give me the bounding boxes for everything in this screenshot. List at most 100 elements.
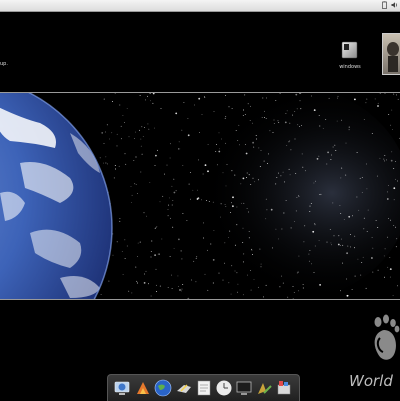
- monitor-icon[interactable]: [235, 379, 253, 397]
- star: [354, 247, 355, 249]
- star: [366, 188, 368, 190]
- star: [282, 171, 284, 173]
- star: [232, 196, 234, 199]
- star: [157, 253, 159, 255]
- star: [326, 241, 328, 243]
- star: [395, 246, 397, 248]
- star: [121, 250, 123, 252]
- star: [358, 209, 360, 211]
- star: [167, 209, 169, 210]
- star: [171, 287, 173, 289]
- star: [155, 284, 157, 286]
- volume-icon[interactable]: [391, 1, 398, 9]
- document-icon[interactable]: [195, 379, 213, 397]
- star: [204, 97, 206, 99]
- star: [124, 153, 126, 155]
- star: [181, 290, 183, 292]
- gift-icon[interactable]: [134, 379, 152, 397]
- star: [289, 174, 291, 176]
- star: [396, 238, 398, 240]
- star: [145, 270, 147, 272]
- star: [279, 286, 281, 288]
- photo-thumbnail-icon[interactable]: [382, 33, 400, 75]
- star: [245, 152, 248, 155]
- star: [220, 216, 221, 218]
- earth-icon[interactable]: [154, 379, 172, 397]
- star: [265, 198, 267, 200]
- star: [113, 177, 115, 179]
- star: [133, 160, 135, 162]
- star: [259, 166, 261, 167]
- star: [114, 165, 116, 166]
- star: [147, 123, 149, 125]
- star: [238, 124, 240, 126]
- star: [319, 284, 321, 286]
- star: [212, 282, 214, 284]
- star: [115, 168, 116, 170]
- star: [207, 144, 209, 146]
- star: [197, 189, 198, 191]
- windows-folder-icon[interactable]: windows: [339, 40, 361, 70]
- star: [196, 256, 198, 258]
- star: [265, 117, 267, 119]
- star: [247, 103, 249, 105]
- star: [131, 194, 133, 196]
- star: [144, 127, 145, 128]
- star: [154, 254, 157, 256]
- star: [263, 160, 265, 162]
- star: [330, 242, 332, 244]
- star: [388, 185, 389, 187]
- star: [371, 257, 373, 259]
- star: [236, 224, 238, 226]
- star: [278, 122, 280, 123]
- star: [146, 215, 148, 217]
- star: [204, 164, 207, 166]
- star: [389, 268, 392, 270]
- star: [390, 159, 393, 162]
- camera-icon[interactable]: [175, 379, 193, 397]
- star: [124, 122, 125, 124]
- desktop-text-label: up.: [0, 61, 8, 67]
- star: [141, 126, 143, 128]
- star: [311, 263, 313, 265]
- globe-screen-icon[interactable]: [113, 379, 131, 397]
- star: [389, 257, 391, 258]
- star: [302, 287, 304, 289]
- star: [128, 136, 130, 138]
- star: [213, 111, 215, 113]
- star: [232, 205, 234, 208]
- package-icon[interactable]: [275, 379, 293, 397]
- star: [237, 283, 239, 285]
- paint-icon[interactable]: [255, 379, 273, 397]
- star: [237, 139, 239, 141]
- star: [119, 218, 121, 220]
- star: [134, 137, 135, 139]
- star: [371, 133, 373, 135]
- star: [210, 243, 212, 245]
- star: [108, 138, 110, 140]
- star: [299, 100, 301, 102]
- star: [201, 114, 203, 116]
- star: [141, 153, 143, 155]
- star: [354, 98, 356, 101]
- star: [169, 157, 171, 159]
- star: [215, 143, 217, 145]
- star: [262, 97, 264, 99]
- star: [292, 114, 294, 116]
- star: [106, 124, 108, 126]
- star: [372, 271, 374, 273]
- star: [189, 198, 191, 200]
- battery-icon[interactable]: [381, 1, 388, 9]
- star: [253, 278, 255, 280]
- star: [249, 120, 251, 121]
- star: [167, 215, 169, 217]
- star: [171, 204, 173, 206]
- clock-icon[interactable]: [215, 379, 233, 397]
- star: [280, 175, 282, 177]
- star: [260, 266, 262, 268]
- star: [372, 247, 374, 249]
- star: [222, 172, 224, 174]
- star: [179, 148, 181, 150]
- star: [270, 208, 273, 211]
- star: [221, 138, 222, 140]
